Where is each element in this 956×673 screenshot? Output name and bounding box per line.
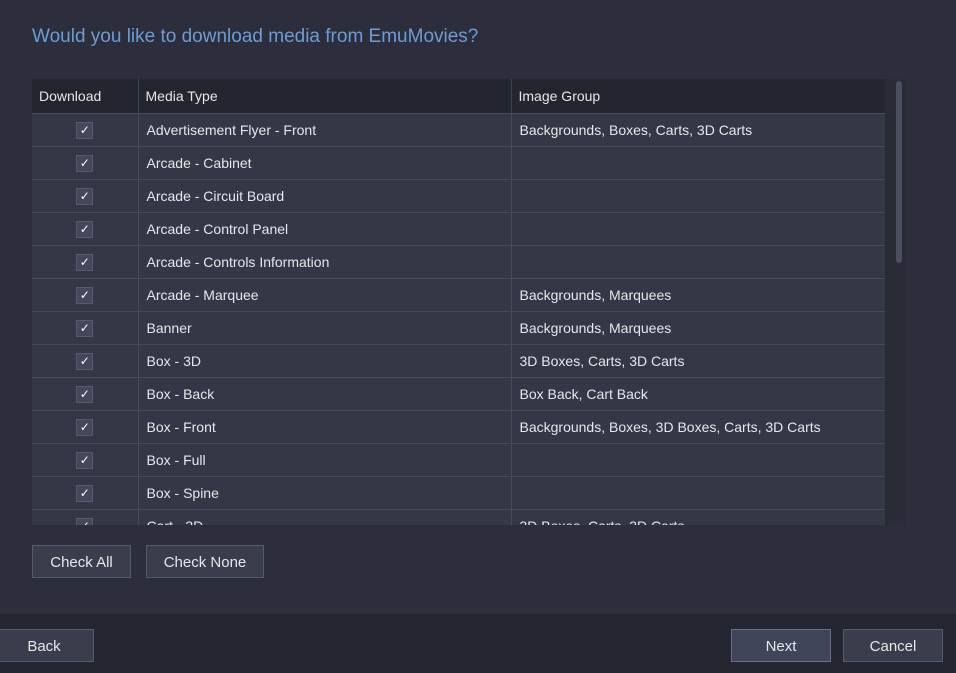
table-row[interactable]: ✓ Arcade - Cabinet [32,146,885,180]
media-type-cell: Banner [138,311,512,345]
wizard-footer: Back Next Cancel [0,614,956,673]
download-checkbox[interactable]: ✓ [76,121,94,139]
cancel-button[interactable]: Cancel [843,629,943,662]
download-cell: ✓ [32,179,139,213]
download-cell: ✓ [32,245,139,279]
emumovies-wizard-window: Would you like to download media from Em… [0,0,956,673]
download-checkbox[interactable]: ✓ [76,187,94,205]
download-checkbox[interactable]: ✓ [76,253,94,271]
table-row[interactable]: ✓ Arcade - Marquee Backgrounds, Marquees [32,278,885,312]
column-header-media-type[interactable]: Media Type [138,79,512,114]
download-cell: ✓ [32,212,139,246]
table-row[interactable]: ✓ Arcade - Control Panel [32,212,885,246]
media-type-cell: Arcade - Marquee [138,278,512,312]
download-checkbox[interactable]: ✓ [76,484,94,502]
download-checkbox[interactable]: ✓ [76,352,94,370]
media-type-cell: Arcade - Cabinet [138,146,512,180]
download-cell: ✓ [32,311,139,345]
table-row[interactable]: ✓ Box - Spine [32,476,885,510]
download-cell: ✓ [32,146,139,180]
table-row[interactable]: ✓ Box - Back Box Back, Cart Back [32,377,885,411]
download-checkbox[interactable]: ✓ [76,385,94,403]
media-type-cell: Box - 3D [138,344,512,378]
download-cell: ✓ [32,278,139,312]
media-type-cell: Advertisement Flyer - Front [138,113,512,147]
column-header-download[interactable]: Download [32,79,139,114]
image-group-cell: Backgrounds, Boxes, Carts, 3D Carts [511,113,885,147]
media-type-cell: Box - Spine [138,476,512,510]
image-group-cell: Backgrounds, Marquees [511,311,885,345]
media-type-cell: Arcade - Control Panel [138,212,512,246]
image-group-cell [511,443,885,477]
image-group-cell [511,476,885,510]
media-type-cell: Box - Front [138,410,512,444]
download-cell: ✓ [32,113,139,147]
image-group-cell [511,146,885,180]
download-cell: ✓ [32,509,139,525]
check-none-button[interactable]: Check None [146,545,264,578]
table-row[interactable]: ✓ Advertisement Flyer - Front Background… [32,113,885,147]
table-row[interactable]: ✓ Cart - 3D 3D Boxes, Carts, 3D Carts [32,509,885,525]
media-type-cell: Box - Back [138,377,512,411]
media-type-cell: Box - Full [138,443,512,477]
media-type-cell: Cart - 3D [138,509,512,525]
grid-scrollbar-thumb[interactable] [896,81,902,263]
image-group-cell: 3D Boxes, Carts, 3D Carts [511,344,885,378]
download-checkbox[interactable]: ✓ [76,451,94,469]
table-header-row: Download Media Type Image Group [32,79,885,114]
download-cell: ✓ [32,344,139,378]
media-grid: Download Media Type Image Group ✓ Advert… [32,79,906,525]
download-cell: ✓ [32,443,139,477]
media-type-cell: Arcade - Controls Information [138,245,512,279]
table-row[interactable]: ✓ Arcade - Controls Information [32,245,885,279]
image-group-cell: Backgrounds, Marquees [511,278,885,312]
check-all-button[interactable]: Check All [32,545,131,578]
image-group-cell [511,179,885,213]
image-group-cell: Box Back, Cart Back [511,377,885,411]
media-type-cell: Arcade - Circuit Board [138,179,512,213]
download-checkbox[interactable]: ✓ [76,319,94,337]
table-row[interactable]: ✓ Box - Front Backgrounds, Boxes, 3D Box… [32,410,885,444]
download-checkbox[interactable]: ✓ [76,517,94,525]
download-checkbox[interactable]: ✓ [76,418,94,436]
image-group-cell: 3D Boxes, Carts, 3D Carts [511,509,885,525]
download-checkbox[interactable]: ✓ [76,220,94,238]
download-cell: ✓ [32,410,139,444]
image-group-cell: Backgrounds, Boxes, 3D Boxes, Carts, 3D … [511,410,885,444]
image-group-cell [511,212,885,246]
column-header-image-group[interactable]: Image Group [511,79,885,114]
download-cell: ✓ [32,476,139,510]
image-group-cell [511,245,885,279]
download-checkbox[interactable]: ✓ [76,154,94,172]
table-row[interactable]: ✓ Arcade - Circuit Board [32,179,885,213]
page-title: Would you like to download media from Em… [32,26,479,47]
next-button[interactable]: Next [731,629,831,662]
download-checkbox[interactable]: ✓ [76,286,94,304]
download-cell: ✓ [32,377,139,411]
table-row[interactable]: ✓ Box - Full [32,443,885,477]
media-table: Download Media Type Image Group ✓ Advert… [32,79,885,525]
table-row[interactable]: ✓ Box - 3D 3D Boxes, Carts, 3D Carts [32,344,885,378]
back-button[interactable]: Back [0,629,94,662]
table-row[interactable]: ✓ Banner Backgrounds, Marquees [32,311,885,345]
